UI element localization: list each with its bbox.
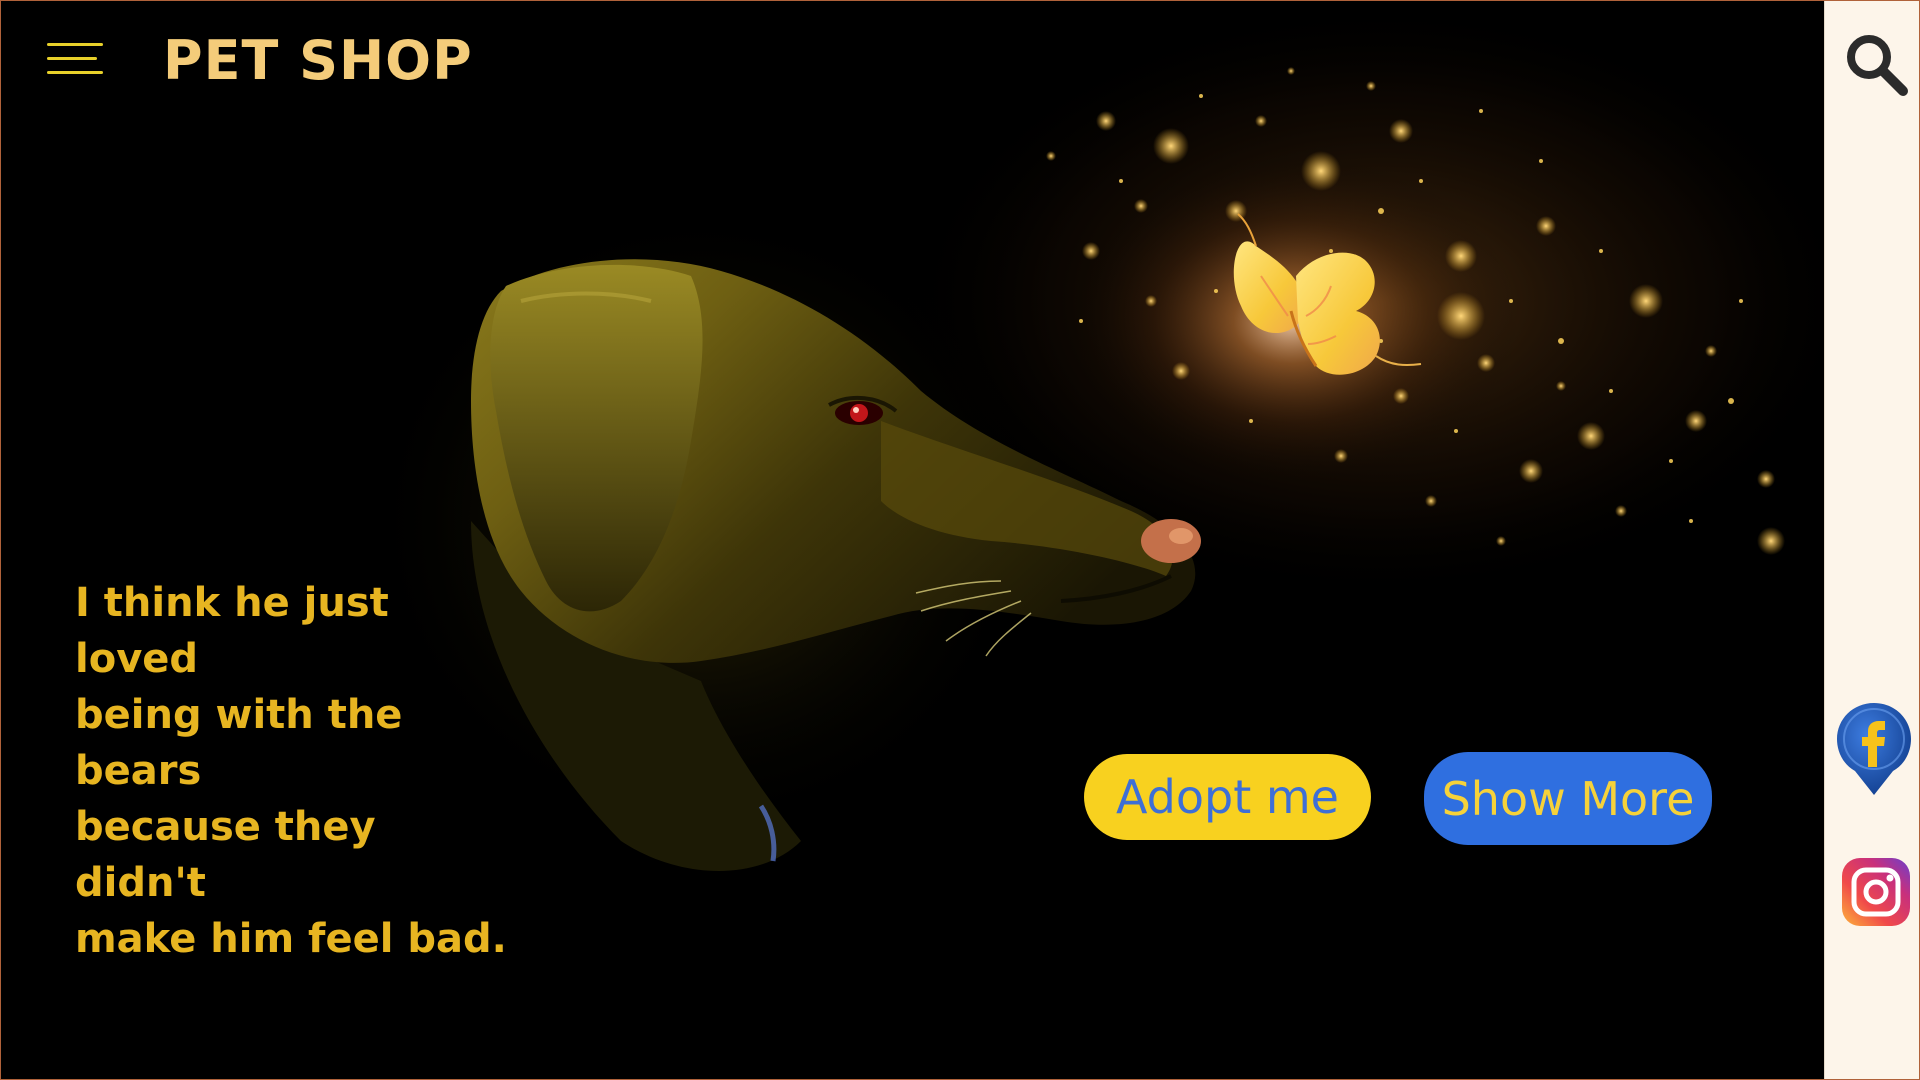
hero-section: PET SHOP I think he just loved being wit… (1, 1, 1824, 1079)
search-icon (1847, 35, 1908, 96)
pet-shop-page: PET SHOP I think he just loved being wit… (0, 0, 1920, 1080)
quote-line: because they didn't (75, 804, 376, 906)
facebook-button[interactable] (1835, 701, 1913, 797)
menu-line (47, 57, 97, 60)
search-button[interactable] (1843, 31, 1909, 97)
quote-line: being with the bears (75, 692, 403, 794)
quote-line: make him feel bad. (75, 916, 507, 962)
menu-button[interactable] (47, 39, 103, 79)
adopt-me-button[interactable]: Adopt me (1084, 754, 1371, 840)
right-sidebar (1824, 1, 1919, 1079)
instagram-icon (1842, 858, 1910, 926)
instagram-button[interactable] (1840, 856, 1912, 928)
quote-line: I think he just loved (75, 580, 389, 682)
menu-line (47, 43, 103, 46)
facebook-icon (1837, 703, 1911, 795)
show-more-button[interactable]: Show More (1424, 752, 1712, 845)
menu-line (47, 71, 103, 74)
hero-quote: I think he just loved being with the bea… (75, 575, 515, 967)
brand-title: PET SHOP (163, 29, 473, 92)
